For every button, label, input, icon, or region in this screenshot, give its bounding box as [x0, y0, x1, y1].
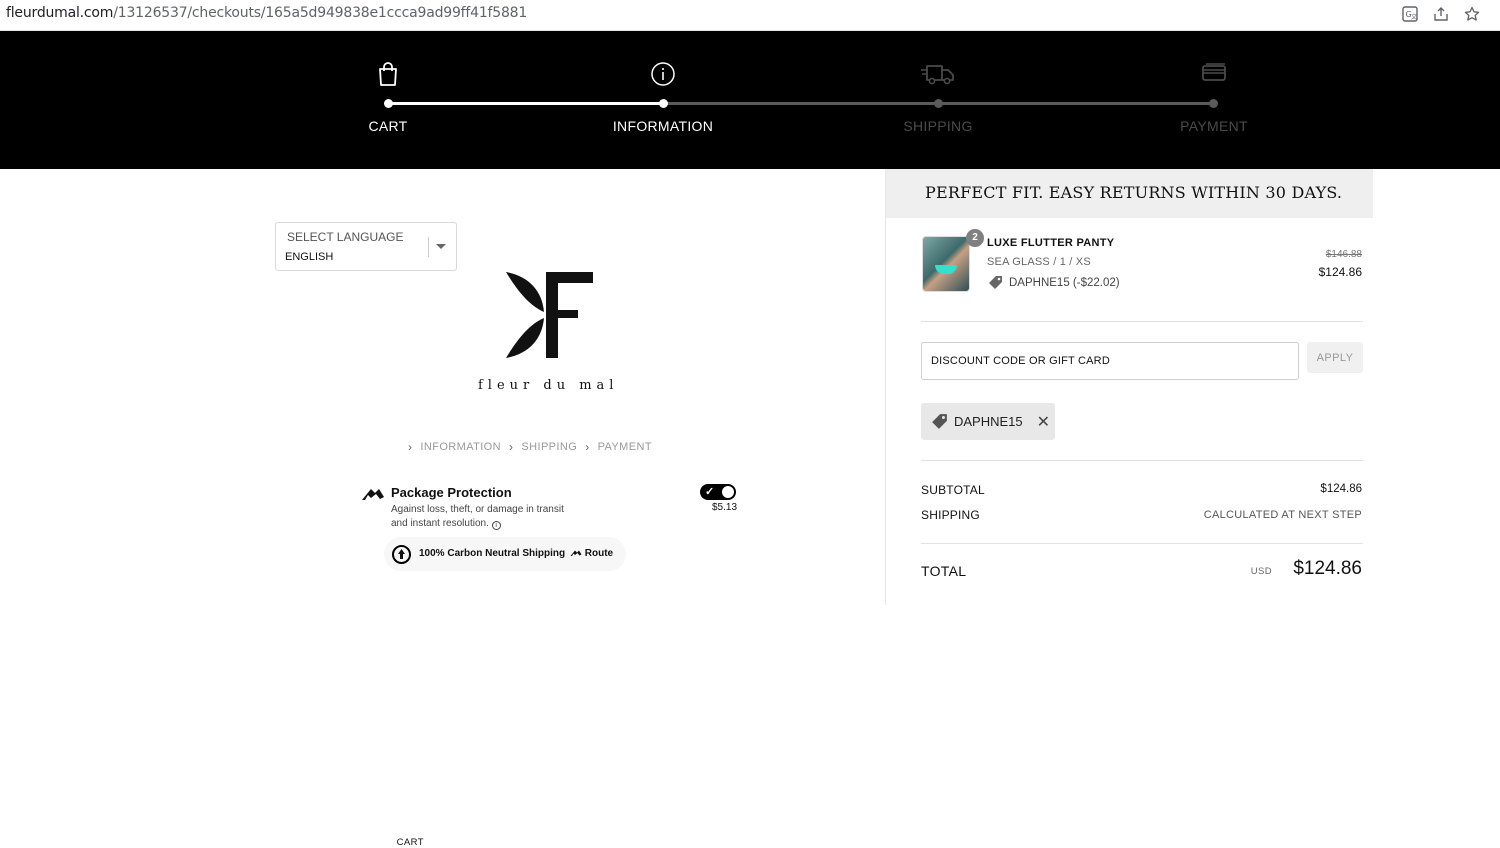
breadcrumb-cart[interactable]: CART [397, 837, 424, 848]
step-label-payment: PAYMENT [1180, 118, 1248, 134]
step-label-information[interactable]: INFORMATION [613, 118, 713, 134]
breadcrumb: CART › INFORMATION › SHIPPING › PAYMENT [397, 440, 652, 848]
applied-discount-code: DAPHNE15 [954, 414, 1023, 429]
carbon-neutral-text: 100% Carbon Neutral Shipping [419, 548, 566, 559]
route-brand-label: Route [584, 548, 614, 559]
carbon-neutral-icon [392, 545, 411, 564]
package-protection-price: $5.13 [712, 502, 738, 513]
card-icon [1200, 61, 1228, 90]
total-label: TOTAL [921, 563, 967, 579]
product-thumbnail [922, 236, 970, 292]
breadcrumb-information: INFORMATION [420, 441, 501, 453]
translate-icon[interactable]: G文 [1400, 4, 1420, 24]
progress-dot-shipping [934, 99, 943, 108]
returns-banner: PERFECT FIT. EASY RETURNS WITHIN 30 DAYS… [886, 169, 1373, 218]
shipping-label: SHIPPING [921, 508, 980, 522]
applied-discount-chip: DAPHNE15 ✕ [921, 403, 1055, 440]
check-icon: ✓ [705, 486, 715, 498]
divider [921, 543, 1363, 544]
discount-code-field[interactable] [921, 342, 1299, 380]
apply-discount-button[interactable]: APPLY [1307, 342, 1363, 373]
truck-icon [920, 61, 956, 92]
step-label-cart[interactable]: CART [368, 118, 407, 134]
route-brand: Route [570, 548, 613, 559]
product-variant: SEA GLASS / 1 / XS [987, 256, 1091, 268]
order-summary: PERFECT FIT. EASY RETURNS WITHIN 30 DAYS… [885, 169, 1500, 605]
divider [921, 460, 1363, 461]
language-select[interactable]: SELECT LANGUAGE ENGLISH [275, 222, 457, 271]
carbon-neutral-badge: 100% Carbon Neutral Shipping Route [384, 537, 626, 571]
brand-wordmark: fleur du mal [478, 378, 619, 393]
product-original-price: $146.88 [1325, 249, 1362, 260]
info-icon[interactable] [650, 61, 676, 92]
package-protection-toggle[interactable]: ✓ [700, 484, 736, 500]
progress-dot-information [659, 99, 668, 108]
quantity-badge: 2 [966, 229, 984, 247]
package-protection-line-1: Against loss, theft, or damage in transi… [391, 504, 564, 515]
select-divider [428, 237, 429, 257]
currency-code: USD [1250, 566, 1272, 577]
checkout-progress: CART INFORMATION SHIPPING PAYMENT [0, 31, 1500, 169]
shipping-value: CALCULATED AT NEXT STEP [1203, 509, 1362, 521]
product-name: LUXE FLUTTER PANTY [987, 237, 1115, 249]
chevron-right-icon: › [585, 440, 590, 454]
step-label-shipping: SHIPPING [903, 118, 973, 134]
product-discount: DAPHNE15 (-$22.02) [988, 275, 1120, 290]
returns-banner-text: PERFECT FIT. EASY RETURNS WITHIN 30 DAYS… [925, 183, 1343, 202]
product-discount-text: DAPHNE15 (-$22.02) [1009, 276, 1120, 289]
chevron-right-icon: › [509, 440, 514, 454]
language-select-value: ENGLISH [285, 251, 334, 263]
package-protection-title: Package Protection [391, 485, 512, 500]
tag-icon [989, 276, 1002, 289]
breadcrumb-payment: PAYMENT [597, 441, 652, 453]
share-icon[interactable] [1431, 4, 1451, 24]
toggle-knob [722, 486, 734, 498]
route-logo-icon [570, 550, 582, 556]
progress-dot-cart [384, 99, 393, 108]
info-icon[interactable]: i [491, 520, 501, 530]
package-protection-description: Against loss, theft, or damage in transi… [391, 503, 591, 530]
divider [921, 321, 1363, 322]
star-icon[interactable] [1462, 4, 1482, 24]
tag-icon [932, 414, 947, 429]
subtotal-label: SUBTOTAL [921, 483, 985, 497]
chevron-down-icon[interactable] [436, 244, 446, 249]
discount-code-input[interactable] [922, 343, 1298, 379]
bag-icon[interactable] [376, 61, 400, 92]
svg-text:文: 文 [1411, 13, 1417, 21]
chevron-right-icon: › [408, 440, 413, 454]
remove-discount-icon[interactable]: ✕ [1037, 412, 1050, 432]
package-protection-line-2: and instant resolution. [391, 517, 489, 529]
product-price: $124.86 [1318, 265, 1362, 279]
subtotal-value: $124.86 [1320, 483, 1362, 495]
url-domain: fleurdumal.com [6, 5, 114, 21]
browser-address-bar[interactable]: fleurdumal.com/13126537/checkouts/165a5d… [0, 0, 1500, 31]
url-path: /13126537/checkouts/165a5d949838e1ccca9a… [113, 5, 528, 21]
total-value: $124.86 [1293, 558, 1362, 579]
progress-dot-payment [1209, 99, 1218, 108]
language-select-label: SELECT LANGUAGE [287, 230, 404, 244]
url-text[interactable]: fleurdumal.com/13126537/checkouts/165a5d… [6, 5, 527, 21]
breadcrumb-shipping: SHIPPING [521, 441, 578, 453]
brand-logo[interactable] [500, 270, 596, 367]
progress-track-complete [388, 102, 663, 105]
route-logo-icon [361, 486, 385, 507]
